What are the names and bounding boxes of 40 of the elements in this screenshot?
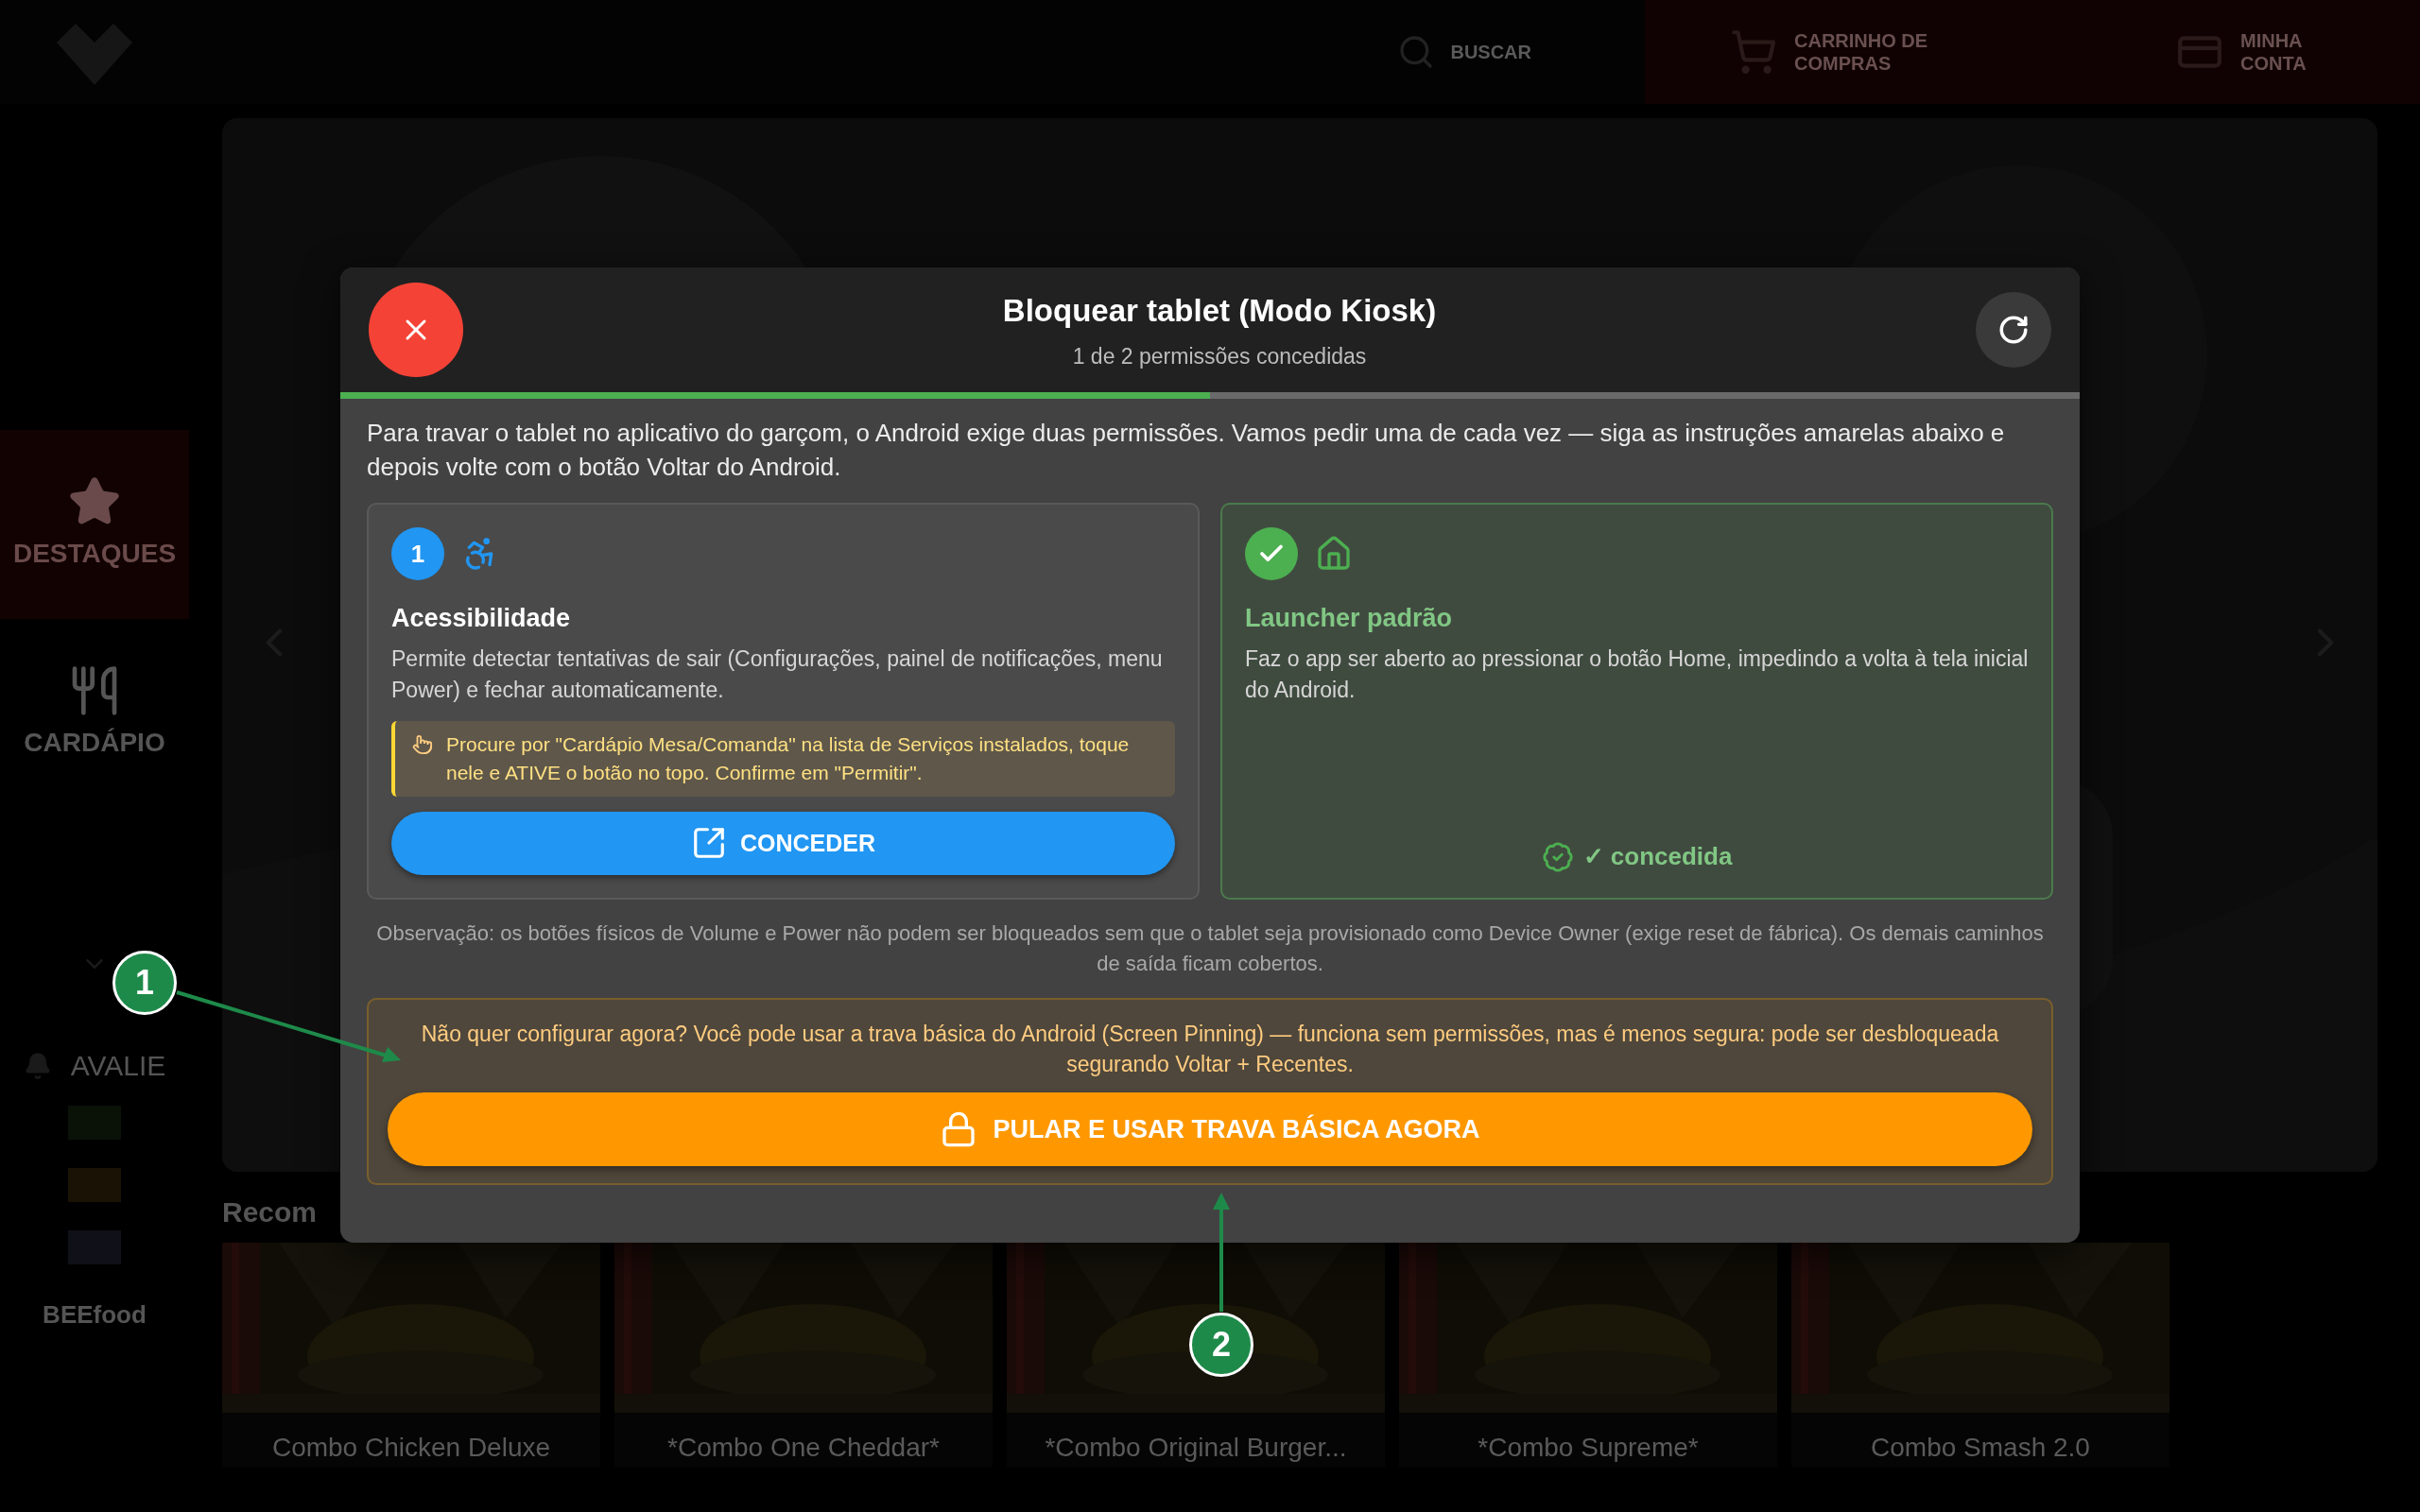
product-card[interactable]: *Combo Supreme* xyxy=(1399,1243,1777,1468)
refresh-icon xyxy=(1997,314,2030,346)
annotation-marker: 1 xyxy=(112,951,177,1015)
section-title: Recom xyxy=(222,1195,319,1229)
flag-icon[interactable] xyxy=(68,1230,121,1264)
dialog-title: Bloquear tablet (Modo Kiosk) xyxy=(1002,292,1437,330)
product-name: Combo Smash 2.0 xyxy=(1870,1432,2091,1464)
rate-label[interactable]: AVALIE xyxy=(70,1044,166,1087)
intro-text: Para travar o tablet no aplicativo do garçom, o Android exige duas permissões. Vamos pedir uma de cada vez — siga as instruções amarelas abaixo e depois volte com o botão Voltar do Android. xyxy=(367,418,2006,483)
search-label[interactable]: BUSCAR xyxy=(1450,38,1531,66)
basic-lock-button[interactable]: PULAR E USAR TRAVA BÁSICA AGORA xyxy=(388,1092,2032,1166)
cart-label[interactable]: CARRINHO DE COMPRAS xyxy=(1794,29,1936,75)
product-name: *Combo Original Burger... xyxy=(1044,1432,1348,1464)
verified-icon xyxy=(1541,840,1574,873)
cart-icon[interactable] xyxy=(1730,28,1777,76)
note-text: Observação: os botões físicos de Volume e Power não podem ser bloqueados sem que o tablet seja provisionado como Device Owner (exige reset de fábrica). Os demais caminhos de saída ficam cobertos. xyxy=(375,920,2045,977)
product-name: Combo Chicken Deluxe xyxy=(270,1432,552,1464)
account-label[interactable]: MINHA CONTA xyxy=(2240,29,2316,75)
granted-status: ✓ concedida xyxy=(1582,841,1733,872)
permission-title: Acessibilidade xyxy=(391,603,572,634)
permission-description: Faz o app ser aberto ao pressionar o botão Home, impedindo a volta à tela inicial do Android. xyxy=(1245,644,2029,704)
dialog-subtitle: 1 de 2 permissões concedidas xyxy=(1072,342,1367,370)
brand-logo: BEEfood xyxy=(43,1299,147,1331)
flag-icon[interactable] xyxy=(68,1168,121,1202)
fallback-text: Não quer configurar agora? Você pode usar a trava básica do Android (Screen Pinning) — funciona sem permissões, mas é menos segura: pode ser desbloqueada segurando Voltar + Recentes. xyxy=(420,1021,2000,1078)
sidebar-item[interactable]: DESTAQUES xyxy=(0,430,189,619)
permission-title: Launcher padrão xyxy=(1245,603,1454,634)
hand-icon xyxy=(412,733,433,755)
check-icon xyxy=(1245,527,1298,580)
permission-description: Permite detectar tentativas de sair (Configurações, painel de notificações, menu Power) e fechar automaticamente. xyxy=(391,644,1164,704)
step-number: 1 xyxy=(391,527,444,580)
product-name: *Combo Supreme* xyxy=(1477,1432,1700,1464)
product-card[interactable]: Combo Smash 2.0 xyxy=(1791,1243,2169,1468)
product-card[interactable]: *Combo One Cheddar* xyxy=(614,1243,993,1468)
hint-text: Procure por "Cardápio Mesa/Comanda" na lista de Serviços instalados, toque nele e ATIVE o botão no topo. Confirme em "Permitir". xyxy=(446,731,1131,785)
house-icon xyxy=(1315,535,1353,573)
product-card[interactable]: Combo Chicken Deluxe xyxy=(222,1243,600,1468)
sidebar-item[interactable]: CARDÁPIO xyxy=(0,619,189,808)
grant-button[interactable]: CONCEDER xyxy=(391,811,1175,875)
product-name: *Combo One Cheddar* xyxy=(666,1432,941,1464)
